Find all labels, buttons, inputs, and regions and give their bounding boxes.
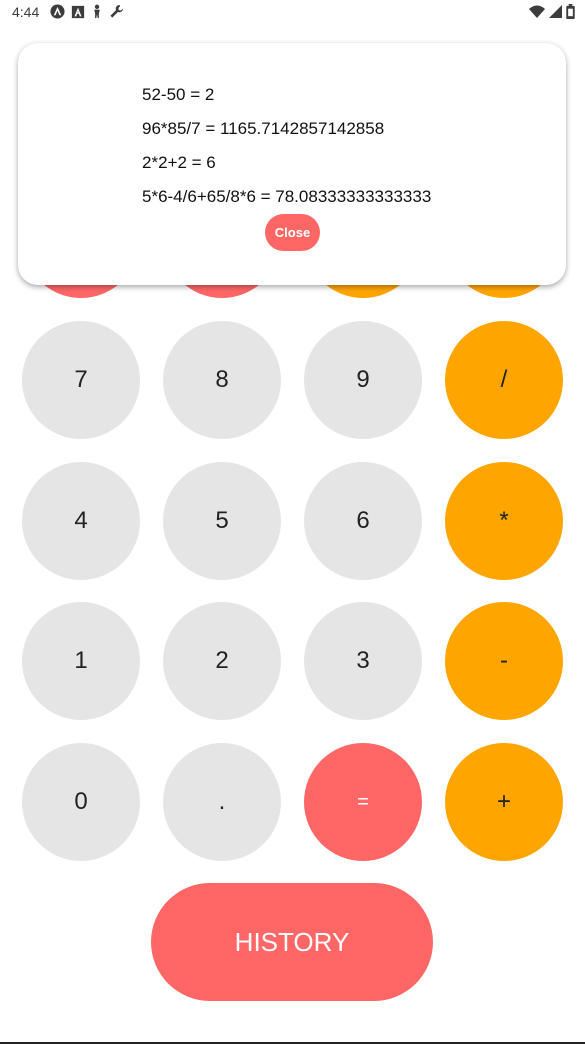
battery-icon [566,4,575,19]
status-time: 4:44 [12,4,40,20]
key-0-button[interactable]: 0 [22,743,140,861]
status-icons-right [529,4,575,19]
key-2-button[interactable]: 2 [163,602,281,720]
add-button[interactable]: + [445,743,563,861]
equals-button[interactable]: = [304,743,422,861]
history-entry: 96*85/7 = 1165.7142857142858 [142,119,385,138]
history-entry: 2*2+2 = 6 [142,153,216,172]
key-6-button[interactable]: 6 [304,462,422,580]
wifi-icon [529,5,545,18]
key-1-button[interactable]: 1 [22,602,140,720]
history-list: 52-50 = 2 96*85/7 = 1165.7142857142858 2… [142,84,431,220]
signal-icon [549,5,562,18]
history-entry: 52-50 = 2 [142,85,215,104]
key-5-button[interactable]: 5 [163,462,281,580]
status-bar: 4:44 [0,0,585,26]
close-button[interactable]: Close [265,214,320,251]
decimal-button[interactable]: . [163,743,281,861]
wrench-icon [110,4,124,18]
history-modal: 52-50 = 2 96*85/7 = 1165.7142857142858 2… [18,43,566,285]
key-7-button[interactable]: 7 [22,321,140,439]
android-auto-icon [50,4,65,19]
divide-button[interactable]: / [445,321,563,439]
multiply-button[interactable]: * [445,462,563,580]
key-3-button[interactable]: 3 [304,602,422,720]
key-4-button[interactable]: 4 [22,462,140,580]
history-button[interactable]: HISTORY [151,883,433,1001]
status-icons-left [50,4,124,19]
accessibility-icon [94,4,100,19]
a-box-icon [71,5,85,18]
key-8-button[interactable]: 8 [163,321,281,439]
subtract-button[interactable]: - [445,602,563,720]
key-9-button[interactable]: 9 [304,321,422,439]
